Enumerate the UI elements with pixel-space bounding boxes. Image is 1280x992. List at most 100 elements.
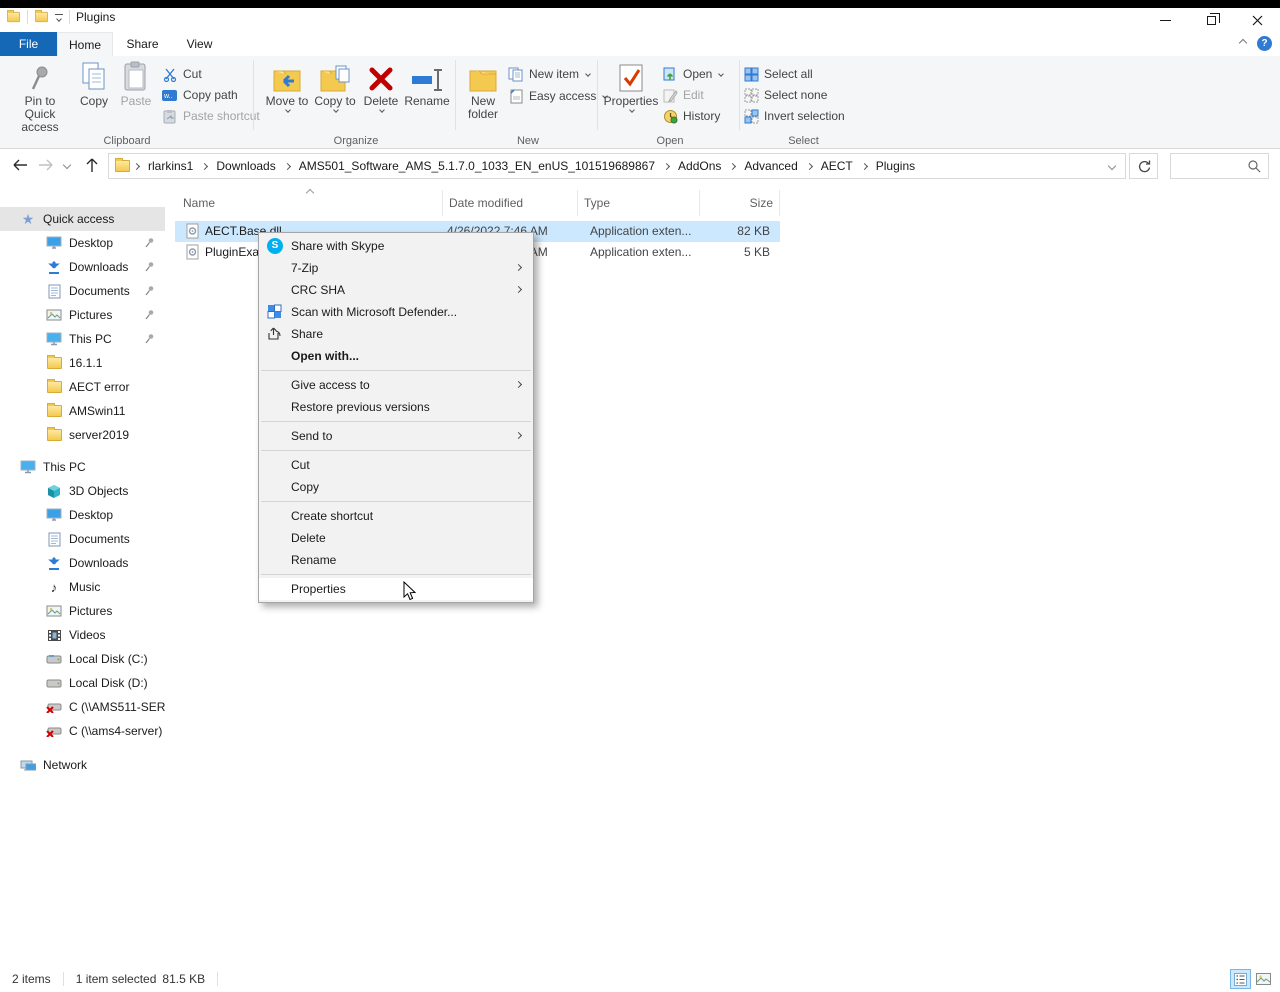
menu-item-copy[interactable]: Copy: [259, 476, 533, 498]
sidebar-item-pc-documents[interactable]: Documents: [0, 527, 165, 551]
breadcrumb-item[interactable]: AECT: [814, 159, 860, 173]
new-item-button[interactable]: New item: [508, 64, 590, 84]
copy-to-button[interactable]: Copy to: [312, 59, 358, 112]
details-view-button[interactable]: [1230, 969, 1251, 989]
cut-label: Cut: [183, 67, 202, 81]
breadcrumb-item[interactable]: Plugins: [869, 159, 922, 173]
back-button[interactable]: [8, 153, 32, 177]
sidebar-item-pc-downloads[interactable]: Downloads: [0, 551, 165, 575]
sidebar-item-3d-objects[interactable]: 3D Objects: [0, 479, 165, 503]
paste-shortcut-button[interactable]: Paste shortcut: [162, 106, 260, 126]
breadcrumb-item[interactable]: Downloads: [209, 159, 282, 173]
menu-item-send-to[interactable]: Send to: [259, 425, 533, 447]
sidebar-item-this-pc[interactable]: This PC: [0, 455, 165, 479]
tab-home[interactable]: Home: [57, 32, 113, 56]
menu-separator: [261, 501, 531, 502]
new-folder-button[interactable]: New folder: [462, 59, 504, 121]
recent-locations-button[interactable]: [58, 153, 76, 177]
close-button[interactable]: [1234, 8, 1280, 32]
menu-item-open-with[interactable]: Open with...: [259, 345, 533, 367]
select-all-button[interactable]: Select all: [743, 64, 813, 84]
menu-item-restore-previous-versions[interactable]: Restore previous versions: [259, 396, 533, 418]
menu-item-properties[interactable]: Properties: [259, 578, 533, 600]
pin-to-quick-access-label: Pin to Quick access: [10, 95, 70, 134]
cut-button[interactable]: Cut: [162, 64, 202, 84]
edit-button[interactable]: Edit: [662, 85, 704, 105]
move-to-button[interactable]: Move to: [264, 59, 310, 112]
menu-item-share[interactable]: Share: [259, 323, 533, 345]
menu-item-7zip[interactable]: 7-Zip: [259, 257, 533, 279]
collapse-ribbon-icon[interactable]: [1239, 39, 1247, 47]
sidebar-item-desktop-pinned[interactable]: Desktop: [0, 231, 165, 255]
breadcrumb-item[interactable]: rlarkins1: [141, 159, 200, 173]
sidebar-item-documents-pinned[interactable]: Documents: [0, 279, 165, 303]
ribbon-group-select: Select all Select none Invert selection …: [741, 56, 866, 148]
menu-item-cut[interactable]: Cut: [259, 454, 533, 476]
sidebar-item-folder-16-1-1[interactable]: 16.1.1: [0, 351, 165, 375]
tab-view[interactable]: View: [172, 32, 227, 56]
menu-item-label: Open with...: [291, 349, 359, 363]
sidebar-item-folder-server2019[interactable]: server2019: [0, 423, 165, 447]
rename-button[interactable]: Rename: [402, 59, 452, 108]
forward-button[interactable]: [34, 153, 58, 177]
menu-item-label: Rename: [291, 553, 336, 567]
restore-button[interactable]: [1188, 8, 1234, 32]
select-none-button[interactable]: Select none: [743, 85, 827, 105]
column-header-type[interactable]: Type: [578, 190, 700, 216]
menu-item-rename[interactable]: Rename: [259, 549, 533, 571]
easy-access-button[interactable]: Easy access: [508, 86, 607, 106]
sidebar-item-folder-amswin11[interactable]: AMSwin11: [0, 399, 165, 423]
menu-item-delete[interactable]: Delete: [259, 527, 533, 549]
menu-item-label: Restore previous versions: [291, 400, 430, 414]
address-field[interactable]: rlarkins1 Downloads AMS501_Software_AMS_…: [108, 153, 1126, 179]
menu-item-share-with-skype[interactable]: S Share with Skype: [259, 235, 533, 257]
tab-file[interactable]: File: [0, 32, 57, 56]
sidebar-item-network-drive-ams511[interactable]: C (\\AMS511-SERVER: [0, 695, 165, 719]
sidebar-item-pc-pictures[interactable]: Pictures: [0, 599, 165, 623]
paste-button[interactable]: Paste: [116, 59, 156, 108]
sidebar-item-local-disk-c[interactable]: Local Disk (C:): [0, 647, 165, 671]
refresh-button[interactable]: [1129, 153, 1158, 179]
menu-item-scan-with-defender[interactable]: Scan with Microsoft Defender...: [259, 301, 533, 323]
menu-item-crc-sha[interactable]: CRC SHA: [259, 279, 533, 301]
delete-button[interactable]: Delete: [359, 59, 403, 112]
search-input[interactable]: [1170, 153, 1269, 179]
column-header-date-modified[interactable]: Date modified: [443, 190, 578, 216]
breadcrumb-item[interactable]: AddOns: [671, 159, 728, 173]
copy-button[interactable]: Copy: [74, 59, 114, 108]
sidebar-item-videos[interactable]: Videos: [0, 623, 165, 647]
address-dropdown-icon[interactable]: [1108, 162, 1116, 170]
menu-item-give-access-to[interactable]: Give access to: [259, 374, 533, 396]
chevron-down-icon: [333, 107, 339, 113]
sidebar-item-folder-aect-error[interactable]: AECT error: [0, 375, 165, 399]
open-button[interactable]: Open: [662, 64, 723, 84]
sidebar-item-quick-access[interactable]: ★ Quick access: [0, 207, 165, 231]
invert-selection-button[interactable]: Invert selection: [743, 106, 845, 126]
sidebar-item-downloads-pinned[interactable]: Downloads: [0, 255, 165, 279]
copy-path-button[interactable]: w.. Copy path: [162, 85, 238, 105]
help-icon[interactable]: ?: [1257, 36, 1272, 51]
properties-button[interactable]: Properties: [606, 59, 656, 112]
menu-item-create-shortcut[interactable]: Create shortcut: [259, 505, 533, 527]
customize-quick-access-toolbar-icon[interactable]: [55, 14, 63, 21]
pin-to-quick-access-button[interactable]: Pin to Quick access: [10, 59, 70, 134]
sidebar-item-this-pc-pinned[interactable]: This PC: [0, 327, 165, 351]
large-icons-view-button[interactable]: [1253, 969, 1274, 989]
column-header-name[interactable]: Name: [177, 190, 443, 216]
tab-share[interactable]: Share: [113, 32, 172, 56]
minimize-button[interactable]: [1142, 8, 1188, 32]
sidebar-item-local-disk-d[interactable]: Local Disk (D:): [0, 671, 165, 695]
sidebar-item-network[interactable]: Network: [0, 753, 165, 777]
paste-shortcut-icon: [162, 108, 178, 124]
column-header-size[interactable]: Size: [700, 190, 780, 216]
up-button[interactable]: [80, 153, 104, 177]
disk-drive-icon: [46, 675, 62, 691]
breadcrumb-item[interactable]: Advanced: [737, 159, 804, 173]
sidebar-item-network-drive-ams4[interactable]: C (\\ams4-server) (Z:: [0, 719, 165, 743]
breadcrumb-item[interactable]: AMS501_Software_AMS_5.1.7.0_1033_EN_enUS…: [292, 159, 662, 173]
history-button[interactable]: History: [662, 106, 720, 126]
sidebar-item-music[interactable]: ♪ Music: [0, 575, 165, 599]
quick-access-toolbar-folder-icon[interactable]: [35, 12, 48, 22]
sidebar-item-pc-desktop[interactable]: Desktop: [0, 503, 165, 527]
sidebar-item-pictures-pinned[interactable]: Pictures: [0, 303, 165, 327]
